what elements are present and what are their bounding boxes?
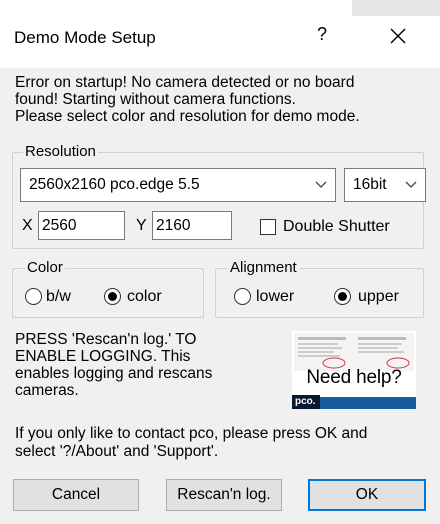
alignment-upper-label[interactable]: upper bbox=[358, 288, 399, 306]
close-button[interactable] bbox=[384, 22, 412, 50]
instruction-line: ENABLE LOGGING. This bbox=[15, 348, 191, 365]
color-bw-label[interactable]: b/w bbox=[46, 288, 71, 306]
title-bar: Demo Mode Setup ? bbox=[0, 0, 440, 68]
need-help-image[interactable]: Need help? pco. bbox=[292, 331, 416, 409]
alignment-lower-radio[interactable] bbox=[234, 288, 251, 305]
instruction-line: PRESS 'Rescan'n log.' TO bbox=[15, 331, 197, 348]
chevron-down-icon bbox=[315, 181, 327, 188]
instruction-line: cameras. bbox=[15, 382, 79, 399]
y-resolution-input[interactable]: 2160 bbox=[152, 211, 232, 240]
pco-logo: pco. bbox=[292, 395, 320, 409]
instruction-line: enables logging and rescans bbox=[15, 365, 213, 382]
help-button[interactable]: ? bbox=[312, 24, 332, 45]
rescan-log-button[interactable]: Rescan'n log. bbox=[166, 479, 282, 511]
double-shutter-checkbox[interactable] bbox=[260, 219, 276, 235]
y-label: Y bbox=[136, 217, 147, 234]
dialog-title: Demo Mode Setup bbox=[14, 28, 156, 47]
alignment-upper-radio[interactable] bbox=[334, 288, 351, 305]
logging-instructions: PRESS 'Rescan'n log.' TO ENABLE LOGGING.… bbox=[15, 331, 285, 399]
color-bw-radio[interactable] bbox=[25, 288, 42, 305]
alignment-group-label: Alignment bbox=[228, 259, 299, 277]
message-line: Please select color and resolution for d… bbox=[15, 108, 360, 125]
close-icon bbox=[390, 28, 406, 44]
message-line: found! Starting without camera functions… bbox=[15, 91, 296, 108]
camera-resolution-select[interactable]: 2560x2160 pco.edge 5.5 bbox=[20, 168, 336, 202]
help-screenshot-thumbnail bbox=[294, 333, 414, 371]
alignment-lower-label[interactable]: lower bbox=[256, 288, 294, 306]
chevron-down-icon bbox=[405, 181, 417, 188]
bit-depth-value: 16bit bbox=[353, 176, 387, 193]
x-label: X bbox=[22, 217, 33, 234]
need-help-label: Need help? bbox=[306, 367, 402, 388]
ok-button[interactable]: OK bbox=[308, 479, 426, 511]
contact-line: select '?/About' and 'Support'. bbox=[15, 443, 219, 460]
title-bar-corner bbox=[352, 0, 440, 16]
x-resolution-input[interactable]: 2560 bbox=[38, 211, 125, 240]
startup-error-message: Error on startup! No camera detected or … bbox=[15, 74, 435, 125]
contact-instructions: If you only like to contact pco, please … bbox=[15, 425, 435, 461]
bit-depth-select[interactable]: 16bit bbox=[344, 168, 426, 202]
double-shutter-label[interactable]: Double Shutter bbox=[283, 218, 390, 236]
contact-line: If you only like to contact pco, please … bbox=[15, 425, 368, 442]
resolution-group-label: Resolution bbox=[23, 143, 98, 161]
color-color-radio[interactable] bbox=[104, 288, 121, 305]
color-group-label: Color bbox=[25, 259, 65, 277]
cancel-button[interactable]: Cancel bbox=[13, 479, 139, 511]
camera-resolution-value: 2560x2160 pco.edge 5.5 bbox=[29, 176, 200, 193]
message-line: Error on startup! No camera detected or … bbox=[15, 74, 355, 91]
color-color-label[interactable]: color bbox=[127, 288, 162, 306]
